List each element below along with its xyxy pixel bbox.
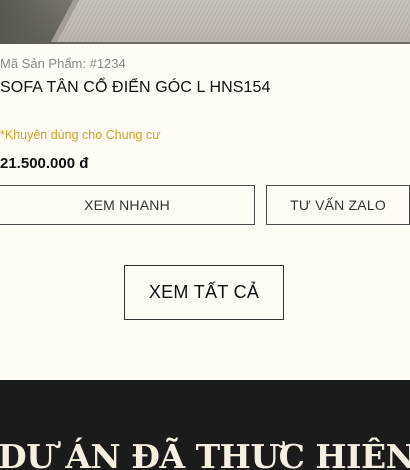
view-all-button[interactable]: XEM TẤT CẢ [124, 265, 284, 320]
product-sku: Mã Sản Phẩm: #1234 [0, 56, 126, 71]
product-price: 21.500.000 đ [0, 155, 89, 172]
product-image-rug [50, 0, 410, 42]
product-image[interactable] [0, 0, 410, 44]
product-name[interactable]: SOFA TÂN CỔ ĐIỂN GÓC L HNS154 [0, 79, 271, 97]
quick-view-button[interactable]: XEM NHANH [0, 185, 255, 225]
product-recommendation: *Khuyên dùng cho Chung cư [0, 128, 161, 142]
projects-section: DỰ ÁN ĐÃ THỰC HIỆN [0, 380, 410, 470]
zalo-consult-button[interactable]: TƯ VẤN ZALO [266, 185, 410, 225]
projects-section-title: DỰ ÁN ĐÃ THỰC HIỆN [0, 437, 410, 470]
